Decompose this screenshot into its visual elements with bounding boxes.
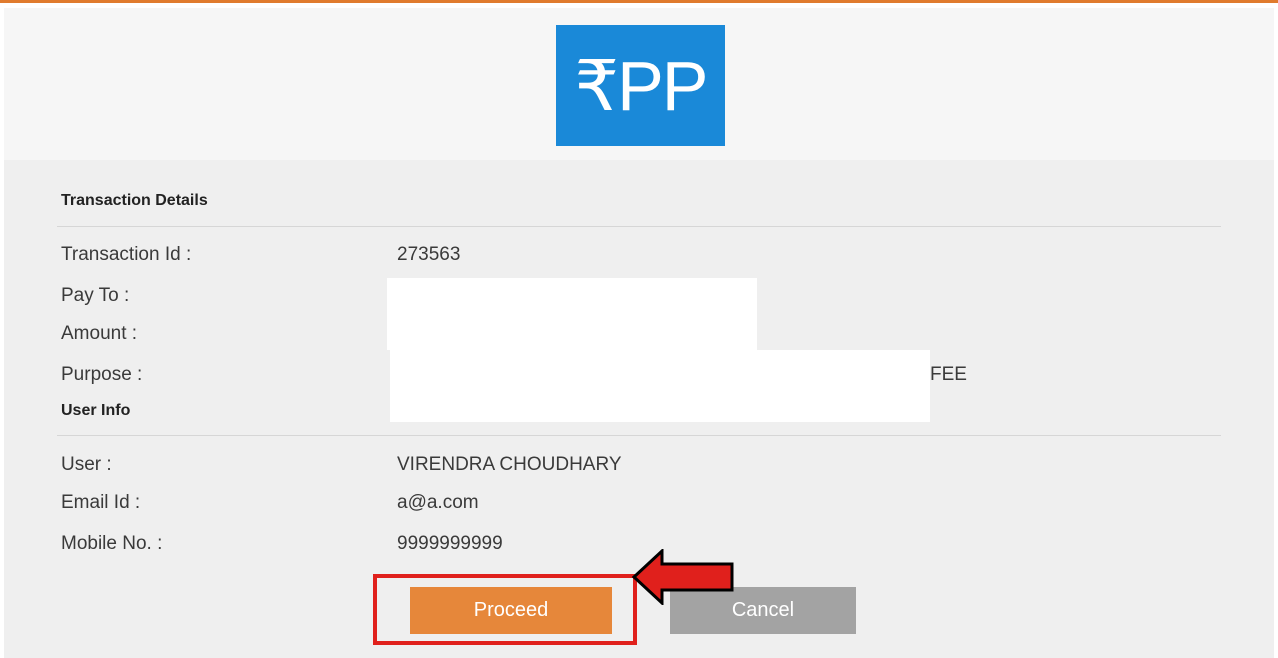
mobile-label: Mobile No. : <box>61 533 163 554</box>
pointer-arrow-icon <box>632 549 734 605</box>
email-value: a@a.com <box>397 492 479 513</box>
redaction-block-purpose <box>390 350 930 422</box>
purpose-value: FEE <box>930 364 967 385</box>
transaction-details-title: Transaction Details <box>61 192 208 209</box>
user-info-title: User Info <box>61 402 131 419</box>
user-label: User : <box>61 454 112 475</box>
purpose-label: Purpose : <box>61 364 143 385</box>
user-info-divider <box>57 435 1221 436</box>
email-label: Email Id : <box>61 492 141 513</box>
pay-to-label: Pay To : <box>61 285 130 306</box>
transaction-details-divider <box>57 226 1221 227</box>
transaction-id-label: Transaction Id : <box>61 244 192 265</box>
amount-label: Amount : <box>61 323 138 344</box>
mobile-value: 9999999999 <box>397 533 503 554</box>
transaction-id-value: 273563 <box>397 244 461 265</box>
logo-text: ₹PP <box>574 46 709 125</box>
proceed-highlight-box <box>373 574 637 645</box>
top-accent-line <box>0 0 1278 3</box>
redaction-block-pay-to <box>387 278 757 350</box>
rpp-logo: ₹PP <box>556 25 725 146</box>
user-value: VIRENDRA CHOUDHARY <box>397 454 622 475</box>
